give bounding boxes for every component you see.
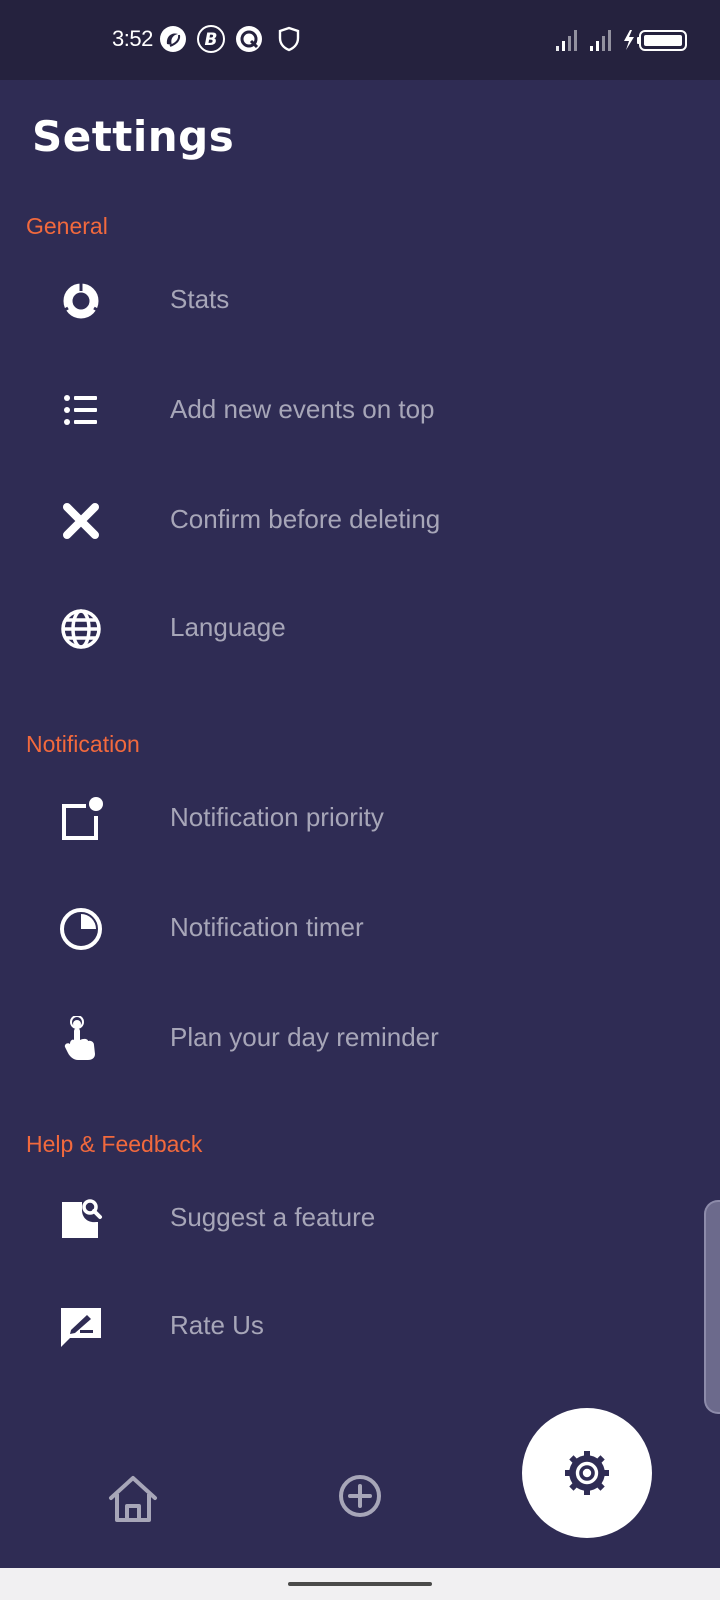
settings-fab-button[interactable]	[522, 1408, 652, 1538]
shield-icon	[278, 26, 300, 52]
setting-label-add-events-top: Add new events on top	[170, 394, 435, 424]
gear-icon	[565, 1451, 609, 1495]
notification-badge-icon	[62, 797, 103, 840]
system-navigation-bar	[0, 1568, 720, 1600]
close-x-icon	[63, 503, 99, 539]
setting-item-confirm-delete[interactable]: Confirm before deleting	[0, 470, 690, 570]
q-app-icon	[236, 26, 262, 52]
setting-item-stats[interactable]: Stats	[0, 250, 690, 350]
setting-item-suggest-feature[interactable]: Suggest a feature	[0, 1168, 690, 1268]
setting-label-rate-us: Rate Us	[170, 1310, 264, 1340]
setting-label-stats: Stats	[170, 284, 230, 314]
setting-item-plan-day-reminder[interactable]: Plan your day reminder	[0, 988, 690, 1088]
charging-icon	[624, 30, 634, 50]
setting-item-rate-us[interactable]: Rate Us	[0, 1276, 690, 1376]
setting-label-plan-day-reminder: Plan your day reminder	[170, 1022, 439, 1052]
finger-reminder-icon	[64, 1016, 95, 1060]
edge-panel-handle[interactable]	[704, 1200, 720, 1414]
donut-chart-icon	[60, 283, 102, 319]
list-icon	[64, 395, 97, 425]
status-indicators	[556, 30, 687, 51]
signal-icon	[590, 30, 611, 51]
svg-text:B: B	[205, 30, 218, 50]
setting-item-language[interactable]: Language	[0, 578, 690, 678]
setting-item-notification-timer[interactable]: Notification timer	[0, 878, 690, 978]
setting-label-notification-timer: Notification timer	[170, 912, 364, 942]
add-circle-icon[interactable]	[330, 1466, 390, 1526]
globe-icon	[61, 609, 101, 649]
setting-label-language: Language	[170, 612, 286, 642]
setting-item-add-events-top[interactable]: Add new events on top	[0, 360, 690, 460]
document-search-icon	[62, 1199, 102, 1238]
signal-icon	[556, 30, 577, 51]
setting-label-notification-priority: Notification priority	[170, 802, 384, 832]
home-indicator[interactable]	[288, 1582, 432, 1586]
status-time: 3:52	[112, 26, 153, 51]
page-title: Settings	[32, 112, 235, 161]
setting-label-confirm-delete: Confirm before deleting	[170, 504, 441, 534]
setting-item-notification-priority[interactable]: Notification priority	[0, 768, 690, 868]
section-header-general: General	[26, 213, 108, 239]
section-header-notification: Notification	[26, 731, 140, 757]
battery-icon	[637, 30, 687, 51]
section-header-help-feedback: Help & Feedback	[26, 1131, 203, 1157]
rate-feedback-icon	[61, 1308, 101, 1347]
swirl-app-icon	[160, 26, 186, 52]
setting-label-suggest-feature: Suggest a feature	[170, 1202, 376, 1232]
b-app-icon: B	[197, 25, 225, 53]
timer-pie-icon	[60, 908, 102, 950]
home-icon[interactable]	[103, 1470, 163, 1530]
status-bar: 3:52 B	[0, 0, 720, 80]
